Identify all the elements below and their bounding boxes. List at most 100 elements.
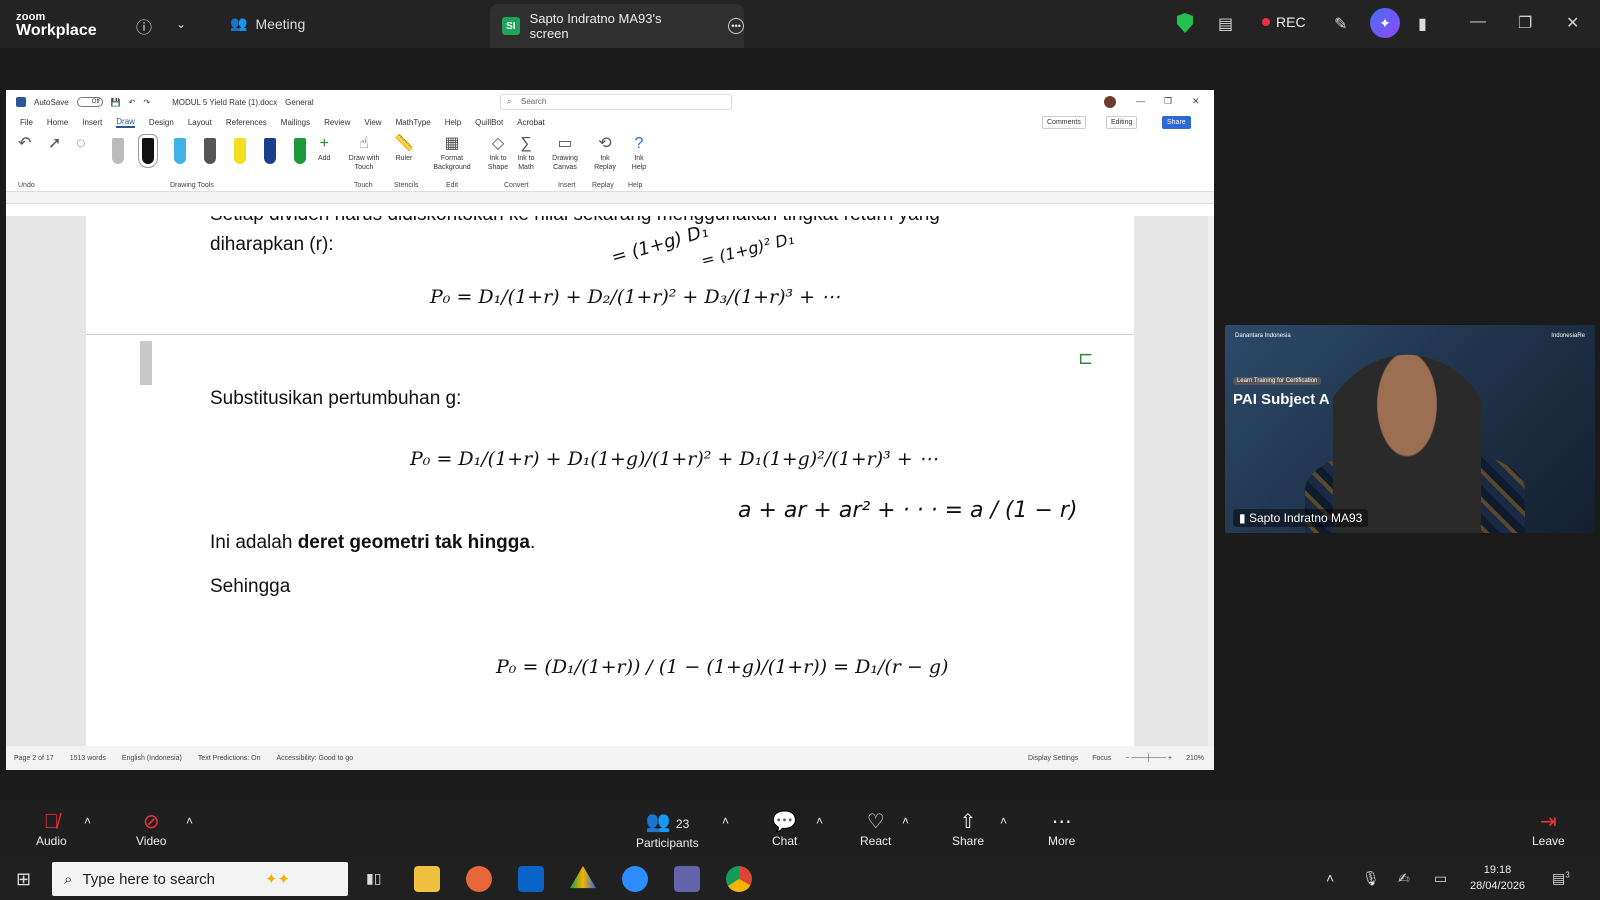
chrome-icon[interactable]	[726, 866, 752, 892]
teams-icon[interactable]	[674, 866, 700, 892]
restore-icon[interactable]: ❐	[1518, 13, 1532, 33]
menu-help[interactable]: Help	[445, 118, 461, 127]
google-drive-icon[interactable]	[570, 866, 596, 889]
menu-references[interactable]: References	[226, 118, 267, 127]
zoom-slider[interactable]: − ───┼─── +	[1125, 755, 1172, 762]
word-minimize-icon[interactable]: —	[1136, 96, 1145, 106]
add-pen-button[interactable]: + Add	[318, 134, 330, 163]
minimize-icon[interactable]: —	[1470, 13, 1486, 31]
ink-to-math-button[interactable]: ∑ Ink to Math	[514, 134, 538, 172]
zoom-level[interactable]: 210%	[1186, 755, 1204, 762]
word-restore-icon[interactable]: ❐	[1164, 96, 1172, 107]
select-arrow-icon[interactable]: ➚	[48, 134, 61, 154]
menu-draw[interactable]: Draw	[116, 117, 135, 128]
close-icon[interactable]: ✕	[1566, 13, 1579, 33]
audio-button[interactable]: 🎙̸ Audio	[36, 810, 67, 848]
tray-chevron-icon[interactable]: ˄	[1326, 870, 1334, 886]
zoom-app-icon[interactable]	[622, 866, 648, 892]
share-screen-tab[interactable]: SI Sapto Indratno MA93's screen •••	[490, 4, 744, 48]
notifications-icon[interactable]: ▤3	[1552, 870, 1570, 887]
ruler-button[interactable]: 📏 Ruler	[394, 134, 414, 163]
display-settings-button[interactable]: Display Settings	[1028, 755, 1078, 762]
autosave-toggle[interactable]: Off	[76, 97, 103, 107]
status-predictions[interactable]: Text Predictions: On	[198, 755, 261, 762]
comment-icon[interactable]: ⊏	[1078, 348, 1093, 369]
task-view-icon[interactable]: ▮▯	[366, 870, 381, 887]
menu-home[interactable]: Home	[47, 118, 68, 127]
comments-button[interactable]: Comments	[1042, 116, 1086, 129]
word-share-button[interactable]: Share	[1162, 116, 1191, 129]
pencil-tool[interactable]	[204, 138, 216, 164]
menu-acrobat[interactable]: Acrobat	[517, 118, 545, 127]
yellow-highlighter-tool[interactable]	[234, 138, 246, 164]
vertical-scrollbar[interactable]	[1208, 216, 1214, 746]
annotate-pencil-icon[interactable]: ✎	[1334, 14, 1347, 34]
menu-mailings[interactable]: Mailings	[281, 118, 310, 127]
word-close-icon[interactable]: ✕	[1192, 96, 1200, 107]
recording-indicator[interactable]: REC	[1262, 14, 1306, 30]
black-pen-tool[interactable]	[138, 134, 158, 168]
document-page[interactable]: Setiap dividen harus didiskontokan ke ni…	[86, 216, 1134, 746]
navy-pen-tool[interactable]	[264, 138, 276, 164]
participants-button[interactable]: 👥 23 Participants	[636, 810, 699, 850]
word-search-box[interactable]: ⌕ Search	[500, 94, 732, 110]
status-language[interactable]: English (Indonesia)	[122, 755, 182, 762]
blue-pen-tool[interactable]	[174, 138, 186, 164]
tray-display-icon[interactable]: ▭	[1434, 870, 1447, 887]
user-avatar[interactable]	[1104, 96, 1116, 108]
chat-button[interactable]: 💬 Chat	[772, 810, 797, 848]
lasso-icon[interactable]: ◌	[76, 134, 86, 154]
participant-video-tile[interactable]: Danantara Indonesia IndonesiaRe Learn Tr…	[1225, 325, 1595, 533]
more-button[interactable]: ⋯ More	[1048, 810, 1075, 848]
drawing-canvas-button[interactable]: ▭ Drawing Canvas	[548, 134, 582, 172]
horizontal-ruler[interactable]	[6, 192, 1214, 204]
save-icon[interactable]: 💾	[111, 98, 121, 107]
status-accessibility[interactable]: Accessibility: Good to go	[276, 755, 353, 762]
chevron-down-icon[interactable]: ⌄	[176, 17, 186, 31]
leave-button[interactable]: ⇥ Leave	[1532, 810, 1565, 848]
draw-with-touch-button[interactable]: ☝ Draw with Touch	[346, 134, 382, 172]
sensitivity-label[interactable]: General	[285, 98, 313, 107]
chat-options-caret[interactable]: ˄	[816, 814, 823, 828]
share-options-caret[interactable]: ˄	[1000, 814, 1007, 828]
meeting-menu[interactable]: 👥 Meeting	[230, 15, 305, 32]
ink-help-button[interactable]: ? Ink Help	[628, 134, 650, 172]
eraser-tool[interactable]	[112, 138, 124, 164]
menu-review[interactable]: Review	[324, 118, 350, 127]
status-page[interactable]: Page 2 of 17	[14, 755, 54, 762]
share-button[interactable]: ⇧ Share	[952, 810, 984, 848]
menu-insert[interactable]: Insert	[82, 118, 102, 127]
outlook-icon[interactable]	[518, 866, 544, 892]
editing-mode-button[interactable]: Editing	[1106, 116, 1138, 129]
menu-file[interactable]: File	[20, 118, 33, 127]
apps-icon[interactable]: ▮	[1418, 14, 1427, 34]
ai-companion-icon[interactable]: ✦	[1370, 8, 1400, 38]
info-icon[interactable]: ⓘ	[136, 14, 152, 38]
participants-options-caret[interactable]: ˄	[722, 814, 729, 828]
undo-icon[interactable]: ↶	[129, 98, 136, 107]
menu-view[interactable]: View	[364, 118, 381, 127]
notes-icon[interactable]: ▤	[1218, 14, 1233, 34]
menu-layout[interactable]: Layout	[188, 118, 212, 127]
video-button[interactable]: ⊘ Video	[136, 810, 166, 848]
taskbar-clock[interactable]: 19:18 28/04/2026	[1470, 862, 1525, 894]
react-options-caret[interactable]: ˄	[902, 814, 909, 828]
redo-icon[interactable]: ↷	[143, 98, 150, 107]
firefox-icon[interactable]	[466, 866, 492, 892]
menu-design[interactable]: Design	[149, 118, 174, 127]
audio-options-caret[interactable]: ˄	[84, 814, 91, 828]
react-button[interactable]: ♡ React	[860, 810, 891, 848]
taskbar-search-box[interactable]: ⌕ Type here to search ✦✦	[52, 862, 348, 896]
security-shield-icon[interactable]	[1177, 13, 1193, 33]
ribbon-undo-icon[interactable]: ↶	[18, 134, 31, 154]
green-pen-tool[interactable]	[294, 138, 306, 164]
format-background-button[interactable]: ▦ Format Background	[430, 134, 474, 172]
video-options-caret[interactable]: ˄	[186, 814, 193, 828]
tray-mic-icon[interactable]: 🎙	[1362, 870, 1380, 887]
focus-button[interactable]: Focus	[1092, 755, 1111, 762]
status-words[interactable]: 1513 words	[70, 755, 106, 762]
tray-pen-icon[interactable]: ✍	[1398, 870, 1410, 887]
menu-quillbot[interactable]: QuillBot	[475, 118, 503, 127]
ink-to-shape-button[interactable]: ◇ Ink to Shape	[486, 134, 510, 172]
ink-replay-button[interactable]: ⟲ Ink Replay	[592, 134, 618, 172]
